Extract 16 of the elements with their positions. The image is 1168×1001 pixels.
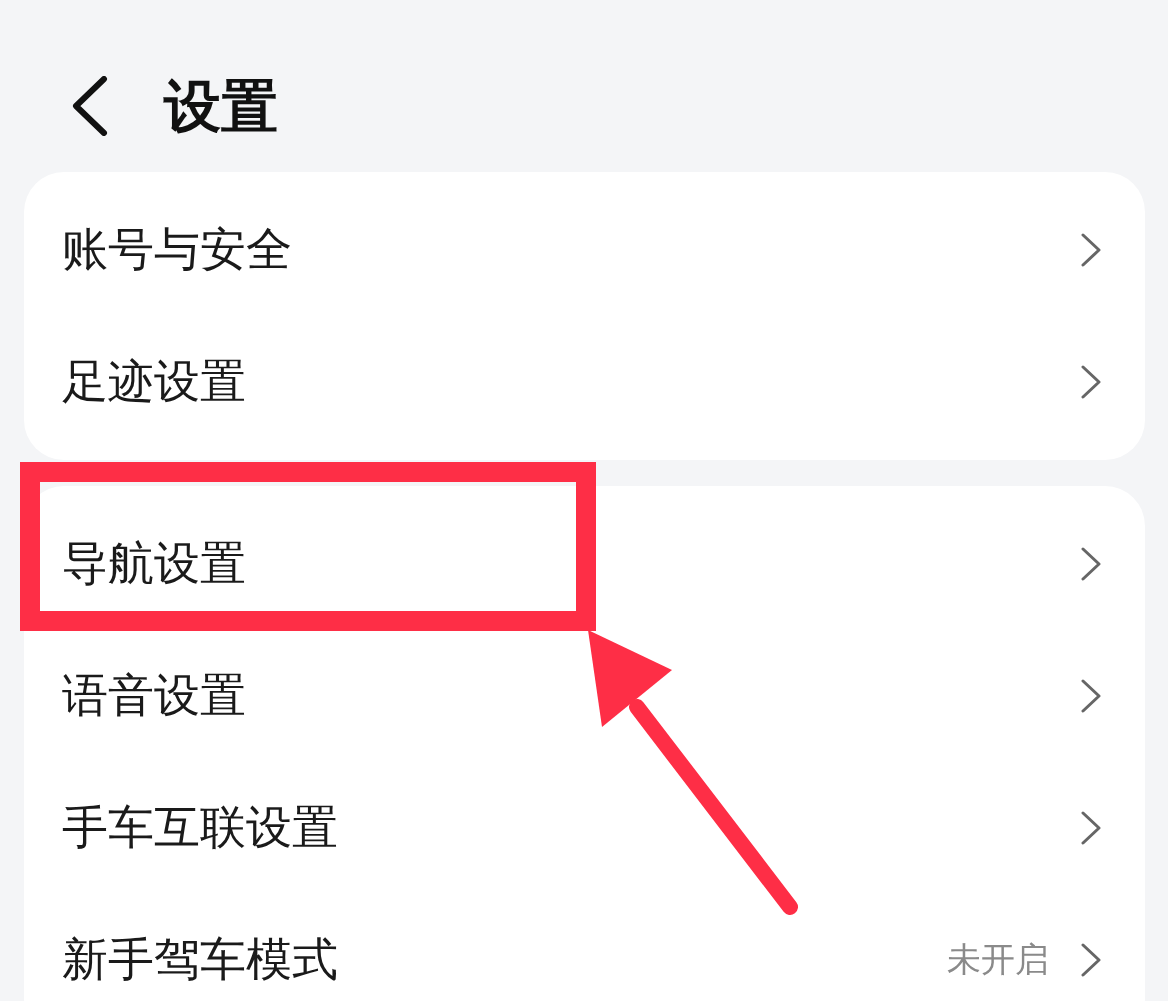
chevron-right-icon	[1081, 811, 1101, 845]
settings-item[interactable]: 导航设置	[24, 498, 1145, 630]
settings-item[interactable]: 账号与安全	[24, 184, 1145, 316]
status-text: 未开启	[947, 938, 1049, 981]
chevron-right-icon	[1081, 547, 1101, 581]
back-button[interactable]	[72, 76, 108, 136]
settings-item[interactable]: 新手驾车模式 未开启	[24, 894, 1145, 1001]
chevron-right-icon	[1081, 365, 1101, 399]
chevron-left-icon	[72, 76, 108, 136]
settings-item[interactable]: 手车互联设置	[24, 762, 1145, 894]
chevron-right-icon	[1081, 943, 1101, 977]
chevron-right-icon	[1081, 679, 1101, 713]
page-title: 设置	[164, 74, 278, 138]
settings-item[interactable]: 足迹设置	[24, 316, 1145, 448]
chevron-right-icon	[1081, 233, 1101, 267]
settings-item[interactable]: 语音设置	[24, 630, 1145, 762]
